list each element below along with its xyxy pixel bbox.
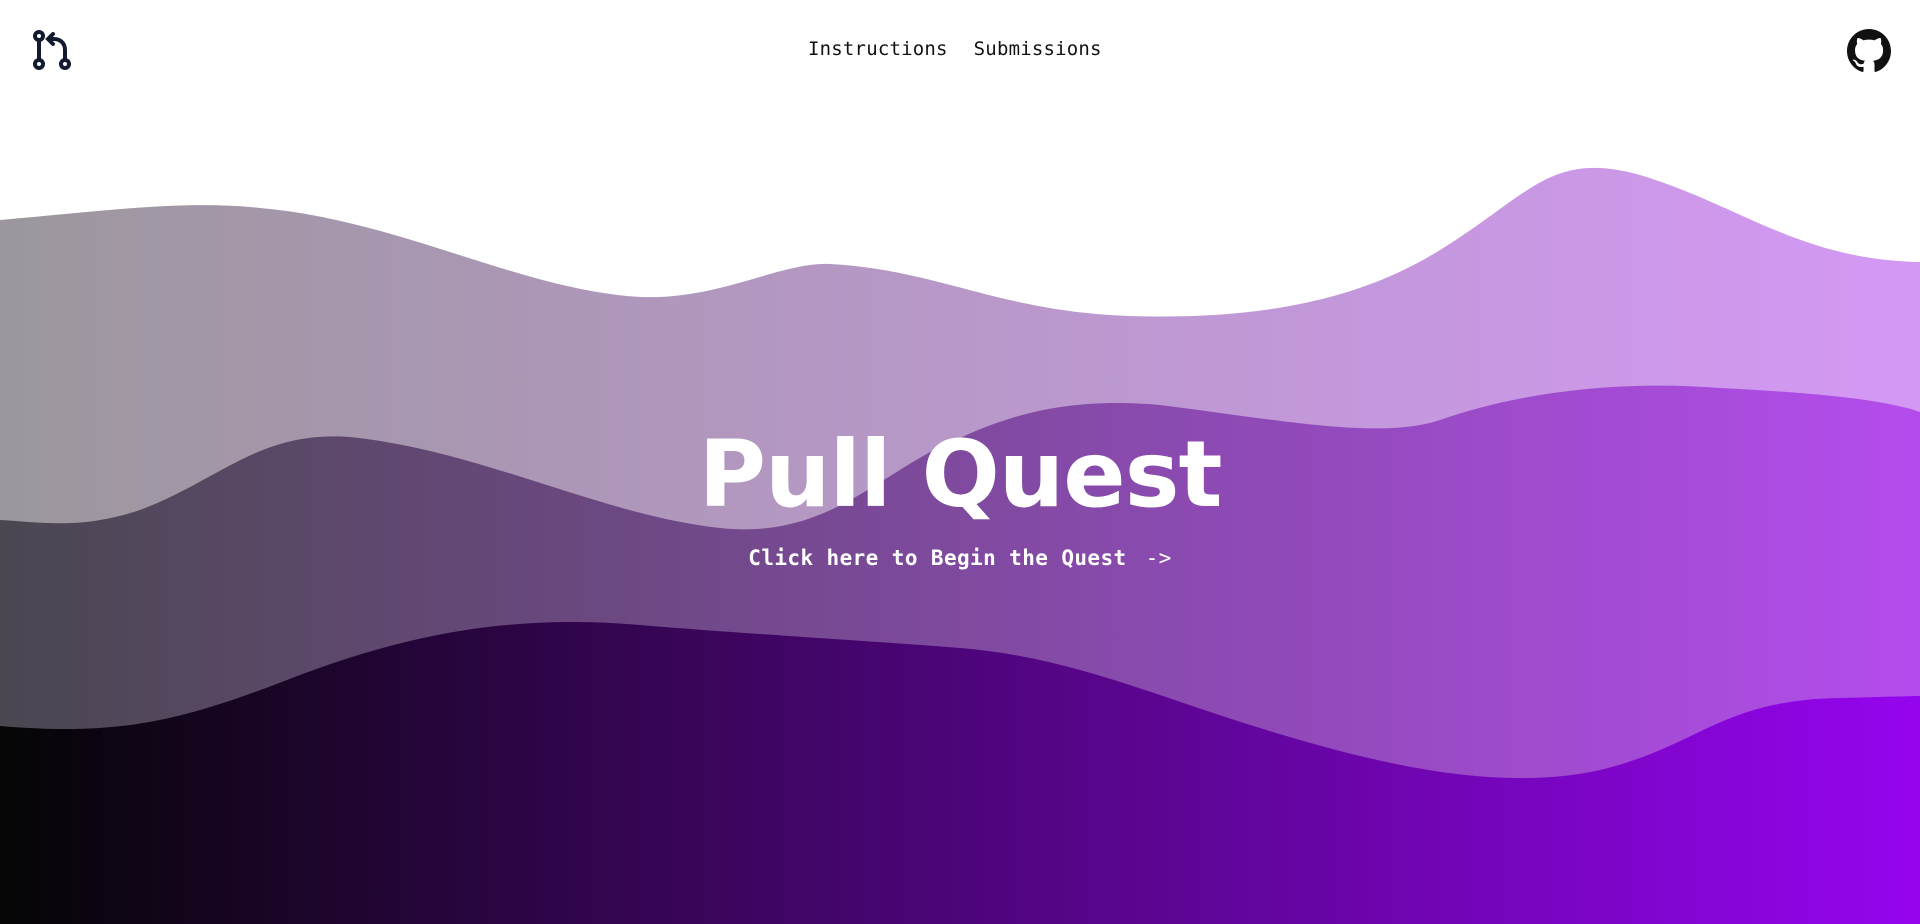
begin-quest-label: Click here to Begin the Quest: [748, 546, 1127, 570]
git-pull-request-icon[interactable]: [30, 28, 74, 72]
hero-section: Pull Quest Click here to Begin the Quest…: [0, 420, 1920, 570]
nav-link-instructions[interactable]: Instructions: [808, 38, 948, 60]
arrow-right-icon: ->: [1145, 546, 1172, 570]
top-navbar: Instructions Submissions: [0, 0, 1920, 100]
main-nav: Instructions Submissions: [808, 38, 1102, 60]
landing-page: Instructions Submissions Pull Quest Clic…: [0, 0, 1920, 924]
github-icon[interactable]: [1847, 29, 1891, 73]
nav-link-submissions[interactable]: Submissions: [974, 38, 1102, 60]
begin-quest-link[interactable]: Click here to Begin the Quest ->: [748, 546, 1171, 570]
hero-title: Pull Quest: [698, 421, 1223, 528]
